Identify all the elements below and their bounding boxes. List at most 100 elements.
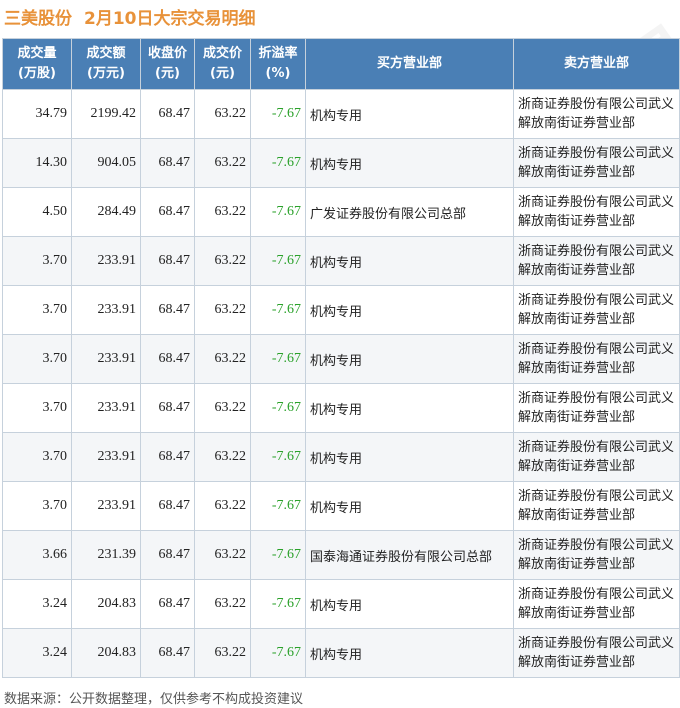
cell-volume: 3.66 — [2, 530, 72, 580]
cell-premium: -7.67 — [250, 628, 306, 678]
cell-amount: 233.91 — [71, 481, 141, 531]
cell-close-price: 68.47 — [140, 187, 195, 237]
cell-amount: 233.91 — [71, 383, 141, 433]
cell-seller: 浙商证券股份有限公司武义解放南街证券营业部 — [513, 138, 680, 188]
cell-amount: 233.91 — [71, 334, 141, 384]
cell-trade-price: 63.22 — [194, 628, 251, 678]
cell-buyer: 机构专用 — [305, 334, 514, 384]
table-row: 34.79 2199.42 68.47 63.22 -7.67 机构专用 浙商证券股份有限公… — [2, 89, 680, 139]
header-amount: 成交额 (万元) — [71, 38, 141, 90]
cell-close-price: 68.47 — [140, 432, 195, 482]
cell-buyer: 机构专用 — [305, 481, 514, 531]
cell-close-price: 68.47 — [140, 138, 195, 188]
cell-premium: -7.67 — [250, 334, 306, 384]
cell-premium: -7.67 — [250, 383, 306, 433]
cell-close-price: 68.47 — [140, 530, 195, 580]
table-row: 3.70 233.91 68.47 63.22 -7.67 机构专用 浙商证券股份有限公司武… — [2, 481, 680, 531]
page-title: 三美股份 2月10日大宗交易明细 — [4, 3, 256, 29]
table-row: 3.70 233.91 68.47 63.22 -7.67 机构专用 浙商证券股份有限公司武… — [2, 285, 680, 335]
cell-volume: 3.70 — [2, 383, 72, 433]
table-row: 3.70 233.91 68.47 63.22 -7.67 机构专用 浙商证券股份有限公司武… — [2, 383, 680, 433]
cell-trade-price: 63.22 — [194, 383, 251, 433]
cell-seller: 浙商证券股份有限公司武义解放南街证券营业部 — [513, 579, 680, 629]
cell-close-price: 68.47 — [140, 89, 195, 139]
table-row: 3.70 233.91 68.47 63.22 -7.67 机构专用 浙商证券股份有限公司武… — [2, 432, 680, 482]
cell-close-price: 68.47 — [140, 285, 195, 335]
cell-amount: 233.91 — [71, 236, 141, 286]
cell-close-price: 68.47 — [140, 628, 195, 678]
cell-amount: 284.49 — [71, 187, 141, 237]
cell-amount: 204.83 — [71, 579, 141, 629]
cell-volume: 34.79 — [2, 89, 72, 139]
cell-seller: 浙商证券股份有限公司武义解放南街证券营业部 — [513, 383, 680, 433]
cell-seller: 浙商证券股份有限公司武义解放南街证券营业部 — [513, 530, 680, 580]
cell-trade-price: 63.22 — [194, 530, 251, 580]
cell-trade-price: 63.22 — [194, 579, 251, 629]
data-source-note: 数据来源：公开数据整理，仅供参考不构成投资建议 — [4, 692, 304, 707]
cell-volume: 3.70 — [2, 285, 72, 335]
stock-name: 三美股份 — [4, 8, 72, 29]
cell-premium: -7.67 — [250, 579, 306, 629]
cell-trade-price: 63.22 — [194, 187, 251, 237]
cell-trade-price: 63.22 — [194, 285, 251, 335]
cell-buyer: 机构专用 — [305, 236, 514, 286]
cell-seller: 浙商证券股份有限公司武义解放南街证券营业部 — [513, 628, 680, 678]
cell-seller: 浙商证券股份有限公司武义解放南街证券营业部 — [513, 334, 680, 384]
table-row: 3.24 204.83 68.47 63.22 -7.67 机构专用 浙商证券股份有限公司武… — [2, 579, 680, 629]
cell-seller: 浙商证券股份有限公司武义解放南街证券营业部 — [513, 481, 680, 531]
cell-volume: 3.70 — [2, 432, 72, 482]
cell-volume: 3.24 — [2, 579, 72, 629]
table-row: 3.70 233.91 68.47 63.22 -7.67 机构专用 浙商证券股份有限公司武… — [2, 334, 680, 384]
header-trade-price: 成交价 (元) — [194, 38, 251, 90]
cell-premium: -7.67 — [250, 138, 306, 188]
cell-volume: 3.70 — [2, 236, 72, 286]
cell-premium: -7.67 — [250, 89, 306, 139]
cell-close-price: 68.47 — [140, 383, 195, 433]
cell-amount: 231.39 — [71, 530, 141, 580]
header-seller: 卖方营业部 — [513, 38, 680, 90]
table-row: 3.24 204.83 68.47 63.22 -7.67 机构专用 浙商证券股份有限公司武… — [2, 628, 680, 678]
cell-close-price: 68.47 — [140, 334, 195, 384]
header-buyer: 买方营业部 — [305, 38, 514, 90]
block-trade-table: 成交量 (万股) 成交额 (万元) 收盘价 (元) 成交价 (元) 折溢率 (%) 买方营… — [2, 38, 680, 678]
table-header-row: 成交量 (万股) 成交额 (万元) 收盘价 (元) 成交价 (元) 折溢率 (%) 买方营… — [2, 38, 680, 90]
table-row: 3.70 233.91 68.47 63.22 -7.67 机构专用 浙商证券股份有限公司武… — [2, 236, 680, 286]
cell-volume: 4.50 — [2, 187, 72, 237]
cell-close-price: 68.47 — [140, 579, 195, 629]
cell-premium: -7.67 — [250, 530, 306, 580]
cell-buyer: 机构专用 — [305, 432, 514, 482]
cell-trade-price: 63.22 — [194, 334, 251, 384]
cell-premium: -7.67 — [250, 236, 306, 286]
cell-buyer: 机构专用 — [305, 89, 514, 139]
cell-premium: -7.67 — [250, 187, 306, 237]
cell-volume: 3.70 — [2, 481, 72, 531]
cell-buyer: 机构专用 — [305, 383, 514, 433]
cell-volume: 14.30 — [2, 138, 72, 188]
cell-seller: 浙商证券股份有限公司武义解放南街证券营业部 — [513, 432, 680, 482]
cell-trade-price: 63.22 — [194, 432, 251, 482]
cell-trade-price: 63.22 — [194, 89, 251, 139]
cell-seller: 浙商证券股份有限公司武义解放南街证券营业部 — [513, 89, 680, 139]
header-premium: 折溢率 (%) — [250, 38, 306, 90]
cell-buyer: 机构专用 — [305, 579, 514, 629]
cell-trade-price: 63.22 — [194, 481, 251, 531]
table-row: 3.66 231.39 68.47 63.22 -7.67 国泰海通证券股份有限公司总部浙… — [2, 530, 680, 580]
cell-premium: -7.67 — [250, 481, 306, 531]
cell-volume: 3.24 — [2, 628, 72, 678]
cell-trade-price: 63.22 — [194, 138, 251, 188]
cell-amount: 233.91 — [71, 285, 141, 335]
table-row: 14.30 904.05 68.47 63.22 -7.67 机构专用 浙商证券股份有限公司… — [2, 138, 680, 188]
cell-premium: -7.67 — [250, 285, 306, 335]
cell-buyer: 机构专用 — [305, 138, 514, 188]
header-volume: 成交量 (万股) — [2, 38, 72, 90]
cell-trade-price: 63.22 — [194, 236, 251, 286]
cell-buyer: 广发证券股份有限公司总部 — [305, 187, 514, 237]
table-row: 4.50 284.49 68.47 63.22 -7.67 广发证券股份有限公司总部 浙商证… — [2, 187, 680, 237]
cell-seller: 浙商证券股份有限公司武义解放南街证券营业部 — [513, 285, 680, 335]
cell-seller: 浙商证券股份有限公司武义解放南街证券营业部 — [513, 236, 680, 286]
cell-amount: 233.91 — [71, 432, 141, 482]
header-close-price: 收盘价 (元) — [140, 38, 195, 90]
cell-seller: 浙商证券股份有限公司武义解放南街证券营业部 — [513, 187, 680, 237]
cell-buyer: 机构专用 — [305, 285, 514, 335]
cell-amount: 2199.42 — [71, 89, 141, 139]
